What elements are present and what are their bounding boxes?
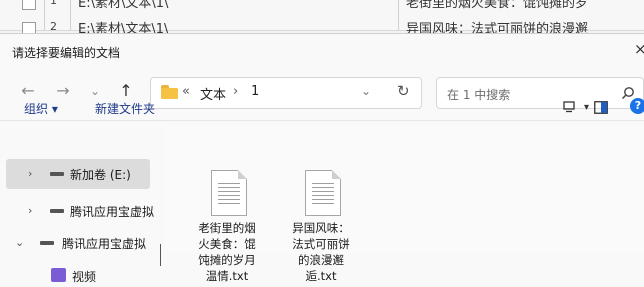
file-name-line: 法式可丽饼 <box>292 237 350 251</box>
sidebar-item-label: 腾讯应用宝虚拟 <box>70 205 155 219</box>
file-name: 异国风味： 法式可丽饼 的浪漫邂 逅.txt <box>281 220 361 284</box>
column-divider <box>44 0 45 30</box>
file-name: 老街里的烟 火美食：馄 饨摊的岁月 温情.txt <box>187 220 267 284</box>
row-checkbox[interactable] <box>22 0 36 10</box>
toolbar-divider <box>0 120 644 121</box>
close-button[interactable]: × <box>634 40 644 58</box>
command-bar: 组织 ▾ 新建文件夹 ▾ ? <box>0 97 644 119</box>
sidebar-item-videos[interactable]: 视频 <box>0 261 158 287</box>
video-icon <box>51 268 66 282</box>
file-name-line: 饨摊的岁月 <box>198 253 256 267</box>
row-path: E:\素材\文本\1\ <box>78 0 169 11</box>
pane-splitter[interactable] <box>160 244 161 266</box>
file-name-line: 温情.txt <box>205 269 249 283</box>
view-mode-icon[interactable] <box>563 101 575 113</box>
row-number: 1 <box>50 0 57 7</box>
expand-chevron-icon[interactable]: › <box>28 167 32 180</box>
column-divider <box>70 0 71 30</box>
text-file-icon <box>305 170 341 216</box>
navigation-pane: › 新加卷 (E:) › 腾讯应用宝虚拟 ⌄ 腾讯应用宝虚拟 视频 <box>0 126 158 284</box>
dialog-title: 请选择要编辑的文档 <box>12 46 121 60</box>
text-file-icon <box>211 170 247 216</box>
file-name-line: 老街里的烟 <box>198 221 256 235</box>
sidebar-item-label: 新加卷 (E:) <box>70 168 131 182</box>
row-number: 2 <box>50 20 57 33</box>
organize-menu[interactable]: 组织 ▾ <box>24 100 58 117</box>
sidebar-item-virtual-drive-expanded[interactable]: ⌄ 腾讯应用宝虚拟 <box>0 228 158 258</box>
drive-icon <box>50 209 64 213</box>
column-divider <box>398 0 399 30</box>
file-name-line: 的浪漫邂 <box>298 253 344 267</box>
file-name-line: 异国风味： <box>292 221 350 235</box>
new-folder-button[interactable]: 新建文件夹 <box>95 100 155 117</box>
collapse-chevron-icon[interactable]: ⌄ <box>15 236 24 249</box>
file-list: 老街里的烟 火美食：馄 饨摊的岁月 温情.txt 异国风味： 法式可丽饼 的浪漫… <box>165 126 644 283</box>
sidebar-item-drive-e[interactable]: › 新加卷 (E:) <box>6 159 150 189</box>
file-name-line: 火美食：馄 <box>198 237 256 251</box>
expand-chevron-icon[interactable]: › <box>28 204 32 217</box>
file-name-line: 逅.txt <box>305 269 337 283</box>
table-row: 1 E:\素材\文本\1\ 老街里的烟火美食：馄饨摊的岁 <box>0 0 644 14</box>
background-table: 1 E:\素材\文本\1\ 老街里的烟火美食：馄饨摊的岁 2 E:\素材\文本\… <box>0 0 644 37</box>
recent-locations-button[interactable]: ⌄ <box>85 84 105 98</box>
sidebar-item-label: 视频 <box>72 270 97 284</box>
help-icon[interactable]: ? <box>630 98 644 114</box>
drive-icon <box>40 241 54 245</box>
address-dropdown-icon[interactable]: ⌄ <box>361 84 371 98</box>
drive-icon <box>50 172 64 176</box>
row-description: 老街里的烟火美食：馄饨摊的岁 <box>406 0 589 11</box>
sidebar-item-virtual-drive[interactable]: › 腾讯应用宝虚拟 <box>0 196 158 226</box>
preview-pane-icon[interactable] <box>594 101 608 114</box>
view-dropdown[interactable]: ▾ <box>584 102 589 113</box>
sidebar-item-label: 腾讯应用宝虚拟 <box>62 237 147 251</box>
